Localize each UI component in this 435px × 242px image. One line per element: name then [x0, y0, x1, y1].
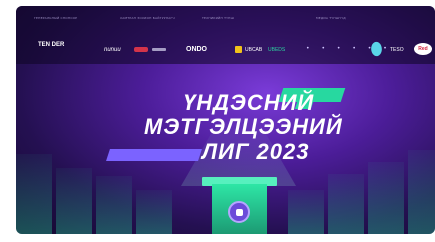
logo-ubcab-mark — [235, 46, 242, 53]
emblem-center — [236, 209, 243, 216]
title-line-3: ЛИГ 2023 — [202, 139, 310, 164]
logo-ubcab: UBCAB — [245, 47, 263, 53]
logo-tender: TEN DER — [38, 42, 65, 48]
hero-banner: ГЕНЕРАЛЬНЫЙ СПОНСОР ХАМТРАН ЗОХИОН БАЙГУ… — [16, 6, 435, 234]
sponsor-label-general: ГЕНЕРАЛЬНЫЙ СПОНСОР — [34, 16, 78, 20]
background-bar — [288, 190, 324, 234]
logo-teso-mark — [368, 40, 385, 58]
background-bar — [368, 162, 404, 234]
title-line-1: ҮНДЭСНИЙ — [183, 90, 315, 115]
logo-nunuu: nunuu — [104, 47, 121, 53]
sponsor-label-organizer: ХАМТРАН ЗОХИОН БАЙГУУЛАГЧ — [120, 16, 175, 20]
podium-emblem-icon — [228, 201, 250, 223]
logo-ubeds: UBEDS — [268, 47, 286, 53]
background-bar — [328, 174, 364, 234]
sponsor-bar: ГЕНЕРАЛЬНЫЙ СПОНСОР ХАМТРАН ЗОХИОН БАЙГУ… — [16, 6, 435, 64]
background-bar — [408, 150, 435, 234]
accent-purple — [106, 149, 202, 161]
title-line-2: МЭТГЭЛЦЭЭНИЙ — [144, 114, 343, 139]
sponsor-label-tech: ТЕХНИКИЙН ТҮНШ — [202, 16, 235, 20]
logo-ondo: ONDO — [186, 46, 207, 53]
logo-gray-mark — [152, 48, 166, 51]
logo-red-mark — [134, 47, 148, 52]
background-bar — [96, 176, 132, 234]
logo-teso: TESO — [390, 47, 404, 53]
background-bar — [56, 168, 92, 234]
sponsor-label-media: МЕДИА ТҮНШҮҮД — [316, 16, 346, 20]
background-bar — [136, 190, 172, 234]
logo-red-circle: Red — [414, 43, 432, 55]
background-bar — [16, 154, 52, 234]
